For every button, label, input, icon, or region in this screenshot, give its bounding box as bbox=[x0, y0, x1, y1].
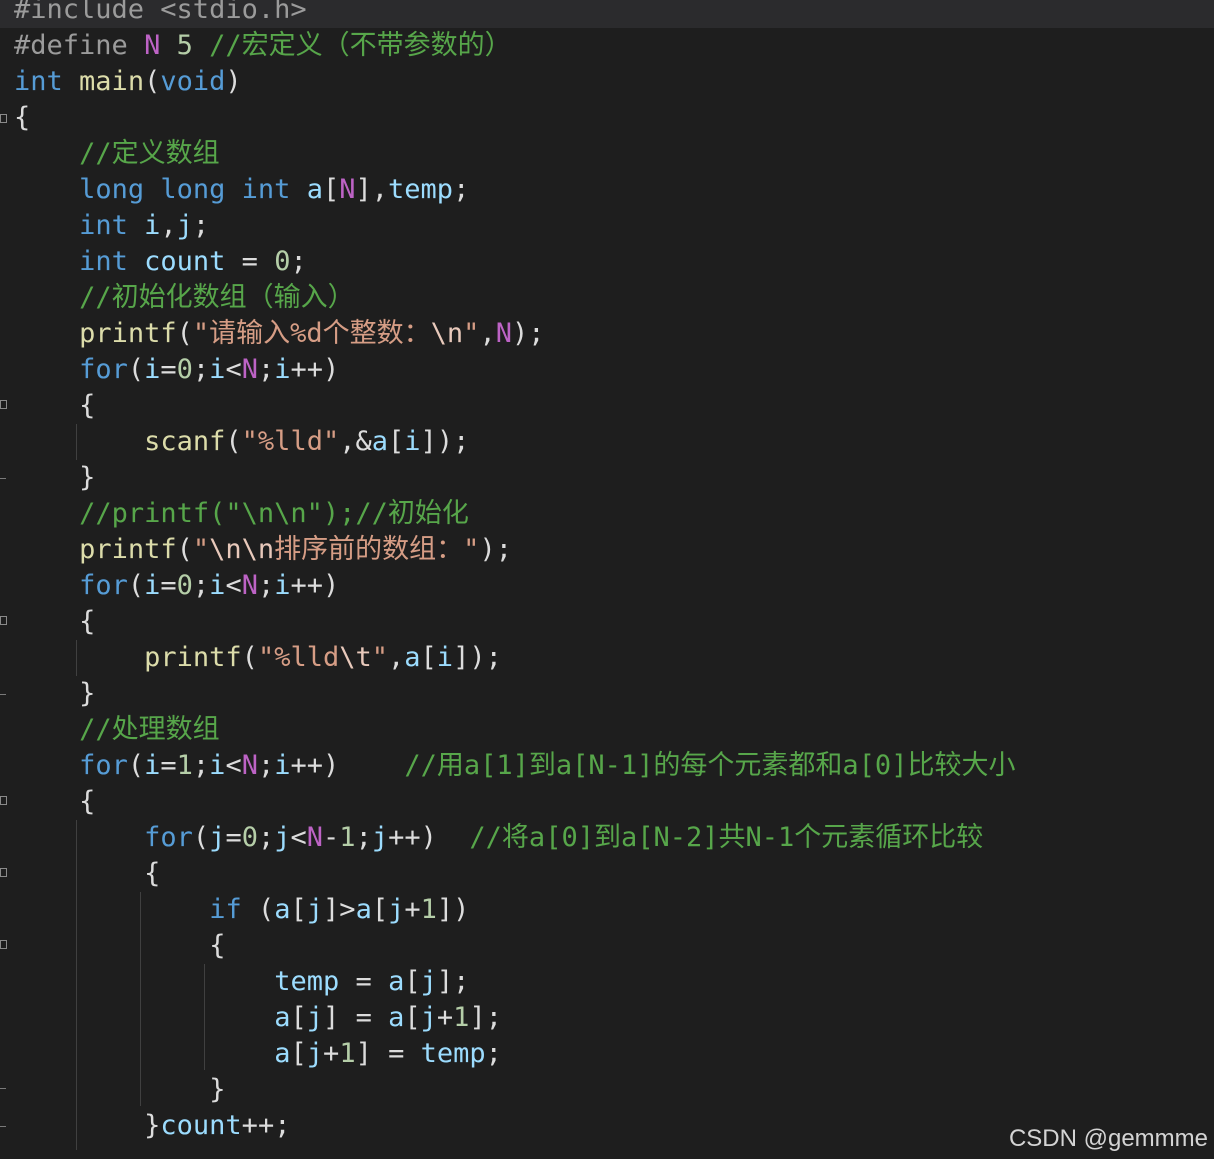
fold-marker-icon[interactable] bbox=[0, 400, 7, 409]
fold-end-marker bbox=[0, 1088, 6, 1089]
code-line[interactable]: { bbox=[14, 784, 95, 820]
code-line[interactable]: printf("请输入%d个整数：\n",N); bbox=[14, 316, 544, 352]
code-line[interactable]: int i,j; bbox=[14, 208, 209, 244]
watermark: CSDN @gemmme bbox=[1008, 1125, 1208, 1152]
code-line[interactable]: scanf("%lld",&a[i]); bbox=[14, 424, 469, 460]
code-line[interactable]: for(i=0;i<N;i++) bbox=[14, 568, 339, 604]
fold-marker-icon[interactable] bbox=[0, 796, 7, 805]
fold-end-marker bbox=[0, 694, 6, 695]
fold-end-marker bbox=[0, 478, 6, 479]
fold-marker-icon[interactable] bbox=[0, 114, 7, 123]
code-line[interactable]: { bbox=[14, 604, 95, 640]
fold-marker-icon[interactable] bbox=[0, 868, 7, 877]
code-line[interactable]: { bbox=[14, 928, 225, 964]
code-line[interactable]: long long int a[N],temp; bbox=[14, 172, 469, 208]
code-line[interactable]: }count++; bbox=[14, 1108, 290, 1144]
fold-end-marker bbox=[0, 1126, 6, 1127]
code-line[interactable]: for(i=0;i<N;i++) bbox=[14, 352, 339, 388]
code-line[interactable]: printf("\n\n排序前的数组："); bbox=[14, 532, 512, 568]
code-editor[interactable]: #include <stdio.h> #define N 5 //宏定义（不带参数… bbox=[0, 0, 1214, 1159]
code-line[interactable]: int main(void) bbox=[14, 64, 242, 100]
code-line[interactable]: int count = 0; bbox=[14, 244, 307, 280]
code-line[interactable]: a[j] = a[j+1]; bbox=[14, 1000, 502, 1036]
code-line[interactable]: for(i=1;i<N;i++) //用a[1]到a[N-1]的每个元素都和a[… bbox=[14, 748, 1015, 784]
code-line[interactable]: { bbox=[14, 388, 95, 424]
fold-marker-icon[interactable] bbox=[0, 940, 7, 949]
code-line[interactable]: if (a[j]>a[j+1]) bbox=[14, 892, 469, 928]
code-line[interactable]: #define N 5 //宏定义（不带参数的） bbox=[14, 28, 512, 64]
code-line[interactable]: a[j+1] = temp; bbox=[14, 1036, 502, 1072]
code-line[interactable]: printf("%lld\t",a[i]); bbox=[14, 640, 502, 676]
code-line[interactable]: for(j=0;j<N-1;j++) //将a[0]到a[N-2]共N-1个元素… bbox=[14, 820, 983, 856]
code-line[interactable]: } bbox=[14, 676, 95, 712]
code-line[interactable]: { bbox=[14, 100, 30, 136]
code-line[interactable]: //定义数组 bbox=[14, 136, 220, 172]
code-line[interactable]: } bbox=[14, 1072, 225, 1108]
code-line[interactable]: //printf("\n\n");//初始化 bbox=[14, 496, 469, 532]
code-line[interactable]: { bbox=[14, 856, 160, 892]
code-line[interactable]: #include <stdio.h> bbox=[0, 0, 1214, 28]
code-line[interactable]: //初始化数组（输入） bbox=[14, 280, 355, 316]
code-line[interactable]: //处理数组 bbox=[14, 712, 220, 748]
code-line[interactable]: temp = a[j]; bbox=[14, 964, 469, 1000]
fold-marker-icon[interactable] bbox=[0, 616, 7, 625]
code-line[interactable]: } bbox=[14, 460, 95, 496]
